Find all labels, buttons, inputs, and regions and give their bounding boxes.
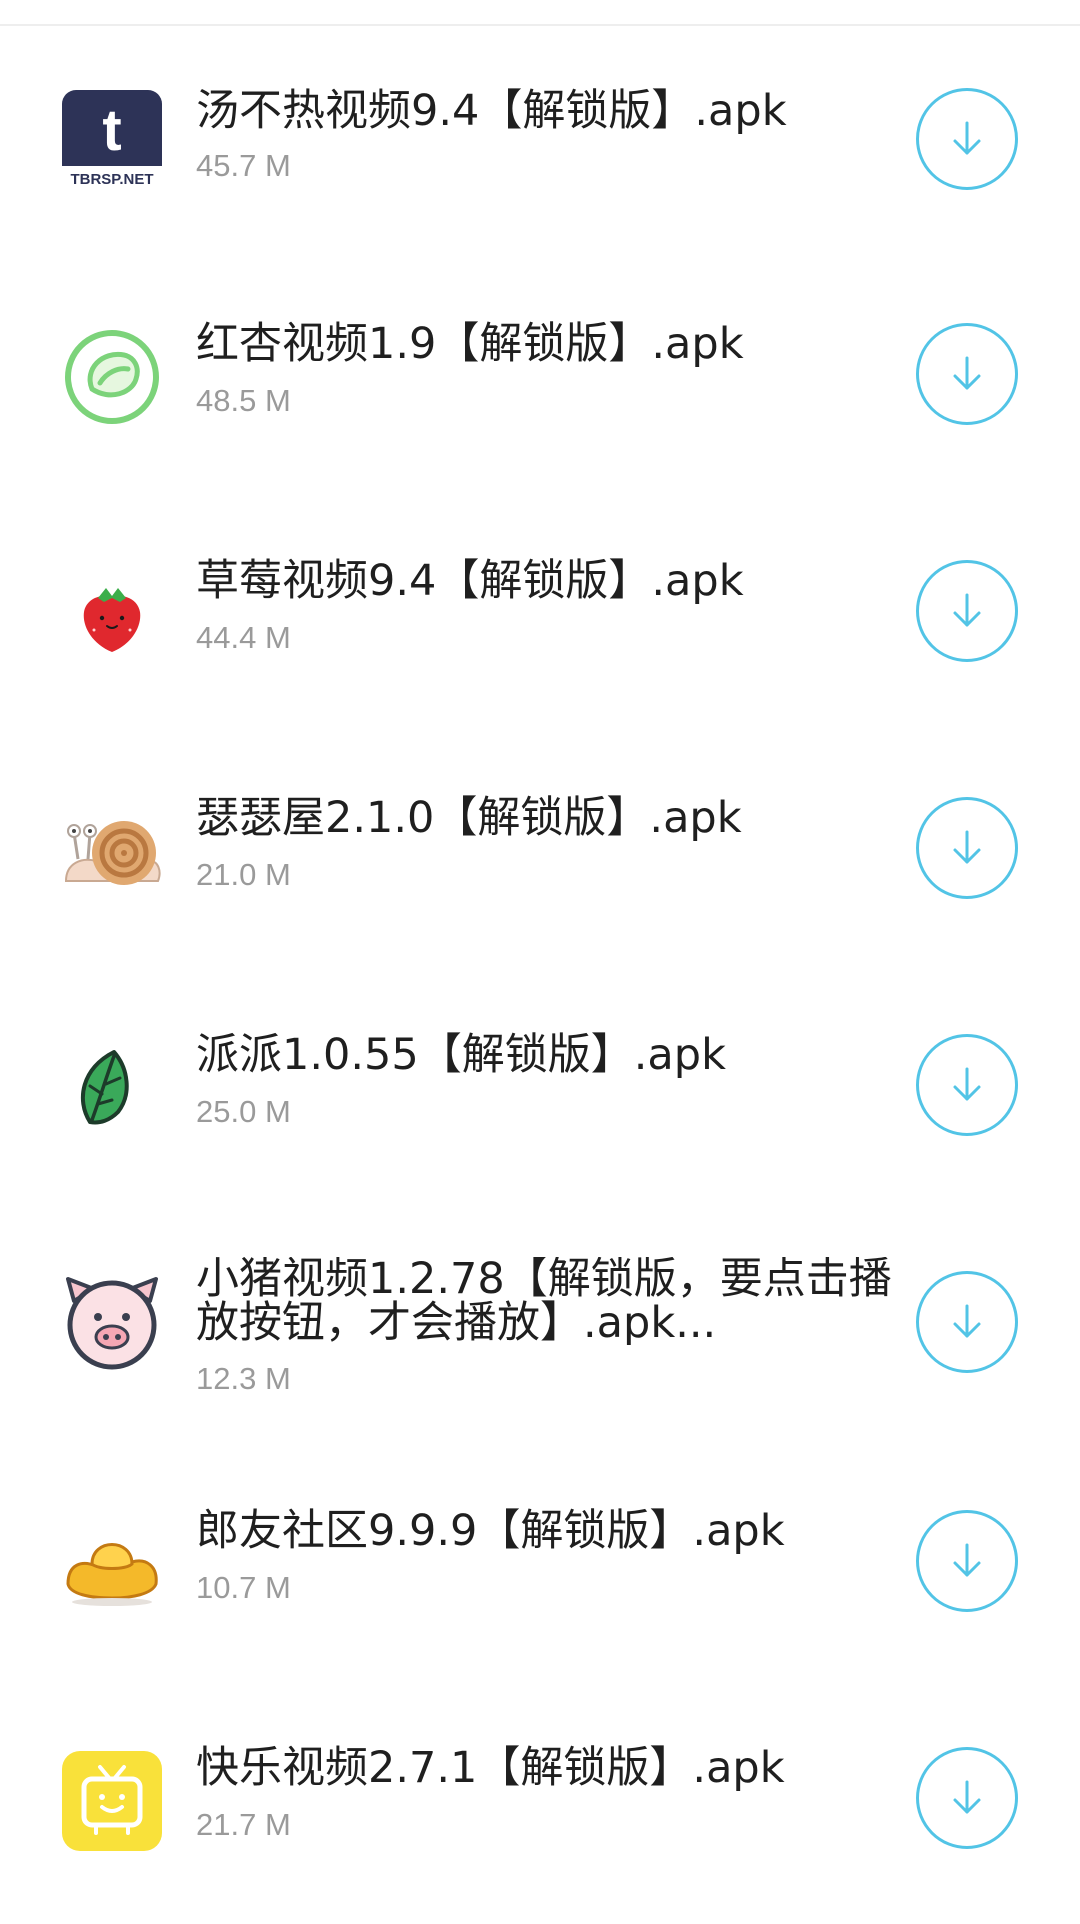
file-list: t TBRSP.NET 汤不热视频9.4【解锁版】.apk 45.7 M 红杏视… (0, 26, 1080, 1924)
download-arrow-icon (953, 1067, 981, 1101)
download-button[interactable] (916, 1034, 1018, 1136)
download-button[interactable] (916, 797, 1018, 899)
file-list-item[interactable]: 小猪视频1.2.78【解锁版，要点击播放按钮，才会播放】.apk... 12.3… (0, 1211, 1080, 1450)
tumblr-tbrsp-icon: t TBRSP.NET (62, 90, 162, 190)
download-button[interactable] (916, 1510, 1018, 1612)
download-arrow-icon (953, 593, 981, 627)
file-list-item[interactable]: 红杏视频1.9【解锁版】.apk 48.5 M (0, 263, 1080, 500)
file-name: 红杏视频1.9【解锁版】.apk (196, 319, 744, 369)
file-name: 快乐视频2.7.1【解锁版】.apk (196, 1743, 785, 1793)
download-button[interactable] (916, 323, 1018, 425)
file-name: 小猪视频1.2.78【解锁版，要点击播放按钮，才会播放】.apk... (196, 1257, 892, 1345)
file-name: 草莓视频9.4【解锁版】.apk (196, 556, 744, 606)
download-arrow-icon (953, 121, 981, 155)
file-size: 44.4 M (196, 620, 291, 655)
file-size: 21.7 M (196, 1807, 291, 1842)
strawberry-icon (62, 564, 162, 664)
file-size: 48.5 M (196, 383, 291, 418)
download-button[interactable] (916, 1747, 1018, 1849)
tv-smile-icon (62, 1751, 162, 1851)
download-arrow-icon (953, 1543, 981, 1577)
download-arrow-icon (953, 1780, 981, 1814)
file-list-item[interactable]: 快乐视频2.7.1【解锁版】.apk 21.7 M (0, 1687, 1080, 1924)
file-size: 25.0 M (196, 1094, 291, 1129)
apricot-fruit-icon (62, 327, 162, 427)
file-name: 汤不热视频9.4【解锁版】.apk (196, 86, 787, 136)
gold-ingot-icon (62, 1514, 162, 1614)
file-size: 10.7 M (196, 1570, 291, 1605)
download-arrow-icon (953, 356, 981, 390)
file-size: 12.3 M (196, 1361, 291, 1396)
download-button[interactable] (916, 560, 1018, 662)
download-button[interactable] (916, 88, 1018, 190)
tbrsp-letter: t (102, 98, 121, 163)
file-list-item[interactable]: 派派1.0.55【解锁版】.apk 25.0 M (0, 974, 1080, 1211)
file-size: 21.0 M (196, 857, 291, 892)
download-arrow-icon (953, 830, 981, 864)
file-name: 郎友社区9.9.9【解锁版】.apk (196, 1506, 785, 1556)
file-list-item[interactable]: 草莓视频9.4【解锁版】.apk 44.4 M (0, 500, 1080, 737)
file-list-item[interactable]: t TBRSP.NET 汤不热视频9.4【解锁版】.apk 45.7 M (0, 26, 1080, 263)
download-arrow-icon (953, 1304, 981, 1338)
file-size: 45.7 M (196, 148, 291, 183)
file-list-item[interactable]: 郎友社区9.9.9【解锁版】.apk 10.7 M (0, 1450, 1080, 1687)
file-list-item[interactable]: 瑟瑟屋2.1.0【解锁版】.apk 21.0 M (0, 737, 1080, 974)
green-leaf-icon (62, 1038, 162, 1138)
file-name: 派派1.0.55【解锁版】.apk (196, 1030, 726, 1080)
pig-face-icon (62, 1271, 162, 1371)
file-name: 瑟瑟屋2.1.0【解锁版】.apk (196, 793, 742, 843)
download-button[interactable] (916, 1271, 1018, 1373)
snail-icon (62, 801, 162, 901)
tbrsp-caption: TBRSP.NET (70, 171, 153, 188)
